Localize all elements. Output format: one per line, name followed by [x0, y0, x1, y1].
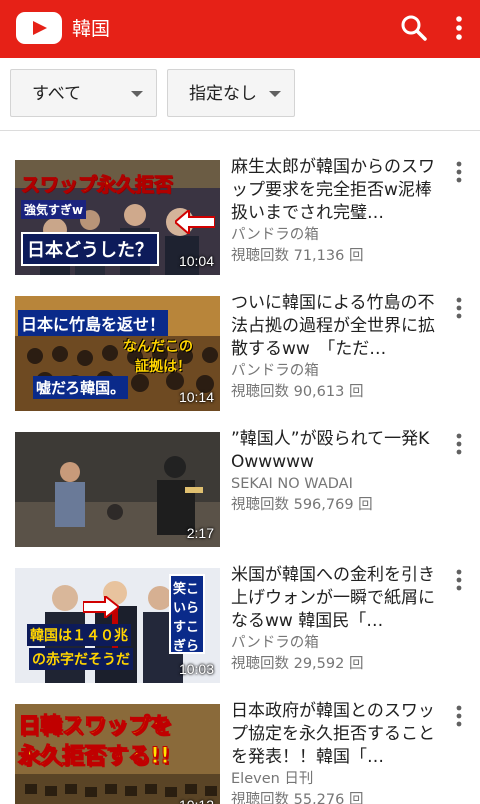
video-title[interactable]: 米国が韓国への金利を引き上げウォンが一瞬で紙屑になるww 韓国民「…	[231, 564, 435, 633]
search-icon[interactable]	[400, 14, 428, 42]
video-thumbnail[interactable]: 日本に竹島を返せ！ なんだこの 証拠は！ 嘘だろ韓国。 10:14	[15, 296, 220, 411]
view-count: 視聴回数 55,276 回	[231, 792, 364, 804]
video-thumbnail[interactable]: 2:17	[15, 432, 220, 547]
video-meta: ついに韓国による竹島の不法占拠の過程が全世界に拡散するww 「ただ… パンドラの…	[231, 292, 435, 403]
thumbnail-caption: 日本どうした？	[21, 232, 159, 266]
arrow-icon	[175, 210, 215, 234]
more-vert-icon[interactable]	[450, 14, 468, 42]
video-item[interactable]: スワップ永久拒否 強気すぎw 日本どうした？ 10:04 麻生太郎が韓国からのス…	[0, 131, 480, 275]
app-bar: 韓国	[0, 0, 480, 58]
thumbnail-caption: 永久拒否する!!	[17, 744, 171, 770]
type-filter-label: すべて	[32, 84, 82, 104]
video-thumbnail[interactable]: スワップ永久拒否 強気すぎw 日本どうした？ 10:04	[15, 160, 220, 275]
view-count: 視聴回数 71,136 回	[231, 248, 364, 264]
thumbnail-caption: いら	[173, 601, 200, 616]
chevron-down-icon	[269, 91, 281, 97]
chevron-down-icon	[131, 91, 143, 97]
more-vert-icon[interactable]	[452, 432, 466, 456]
more-vert-icon[interactable]	[452, 160, 466, 184]
video-title[interactable]: 日本政府が韓国とのスワップ協定を永久拒否することを発表！！韓国「…	[231, 700, 435, 769]
thumbnail-caption: 嘘だろ韓国。	[33, 376, 129, 399]
type-filter-dropdown[interactable]: すべて	[10, 69, 157, 117]
thumbnail-caption: ぎら	[173, 639, 200, 654]
video-thumbnail[interactable]: 日韓スワップを 永久拒否する!! 10:12	[15, 704, 220, 804]
thumbnail-caption: 韓国は１４０兆	[27, 624, 131, 646]
thumbnail-caption: 笑こ	[173, 582, 200, 597]
thumbnail-badge: 笑こ いら すこ ぎら	[169, 574, 205, 654]
more-vert-icon[interactable]	[452, 704, 466, 728]
thumbnail-caption: すこ	[173, 620, 200, 635]
channel-name: パンドラの箱	[231, 363, 319, 379]
channel-name: パンドラの箱	[231, 227, 319, 243]
video-meta: 日本政府が韓国とのスワップ協定を永久拒否することを発表！！韓国「… Eleven…	[231, 700, 435, 804]
thumbnail-caption: 強気すぎw	[21, 200, 87, 219]
sort-filter-label: 指定なし	[189, 84, 257, 104]
video-title[interactable]: ”韓国人”が殴られて一発KOwwwww	[231, 428, 435, 474]
video-thumbnail[interactable]: 韓国は１４０兆 の赤字だそうだ 笑こ いら すこ ぎら 10:03	[15, 568, 220, 683]
channel-name: パンドラの箱	[231, 635, 319, 651]
search-query-title[interactable]: 韓国	[72, 17, 110, 41]
video-title[interactable]: ついに韓国による竹島の不法占拠の過程が全世界に拡散するww 「ただ…	[231, 292, 435, 361]
arrow-icon	[83, 596, 119, 618]
video-title[interactable]: 麻生太郎が韓国からのスワップ要求を完全拒否w泥棒扱いまでされ完璧…	[231, 156, 435, 225]
more-vert-icon[interactable]	[452, 568, 466, 592]
view-count: 視聴回数 596,769 回	[231, 497, 373, 513]
thumbnail-caption: なんだこの	[123, 339, 193, 355]
play-icon	[33, 21, 47, 35]
video-item[interactable]: 韓国は１４０兆 の赤字だそうだ 笑こ いら すこ ぎら 10:03 米国が韓国へ…	[0, 539, 480, 683]
video-meta: ”韓国人”が殴られて一発KOwwwww SEKAI NO WADAI 視聴回数 …	[231, 428, 435, 516]
view-count: 視聴回数 90,613 回	[231, 384, 364, 400]
thumbnail-caption: の赤字だそうだ	[29, 648, 133, 670]
filter-bar: すべて 指定なし	[0, 58, 480, 130]
thumbnail-caption: 日韓スワップを	[17, 714, 173, 740]
more-vert-icon[interactable]	[452, 296, 466, 320]
video-item[interactable]: 日韓スワップを 永久拒否する!! 10:12 日本政府が韓国とのスワップ協定を永…	[0, 675, 480, 804]
video-duration: 10:12	[177, 796, 216, 804]
channel-name: SEKAI NO WADAI	[231, 476, 353, 492]
video-meta: 米国が韓国への金利を引き上げウォンが一瞬で紙屑になるww 韓国民「… パンドラの…	[231, 564, 435, 675]
video-item[interactable]: 日本に竹島を返せ！ なんだこの 証拠は！ 嘘だろ韓国。 10:14 ついに韓国に…	[0, 267, 480, 411]
thumbnail-caption: 証拠は！	[135, 359, 191, 375]
youtube-logo-icon[interactable]	[16, 12, 62, 44]
thumbnail-caption: スワップ永久拒否	[20, 174, 174, 197]
sort-filter-dropdown[interactable]: 指定なし	[167, 69, 295, 117]
channel-name: Eleven 日刊	[231, 771, 314, 787]
view-count: 視聴回数 29,592 回	[231, 656, 364, 672]
video-item[interactable]: 2:17 ”韓国人”が殴られて一発KOwwwww SEKAI NO WADAI …	[0, 403, 480, 547]
video-meta: 麻生太郎が韓国からのスワップ要求を完全拒否w泥棒扱いまでされ完璧… パンドラの箱…	[231, 156, 435, 267]
thumbnail-caption: 日本に竹島を返せ！	[18, 310, 169, 336]
